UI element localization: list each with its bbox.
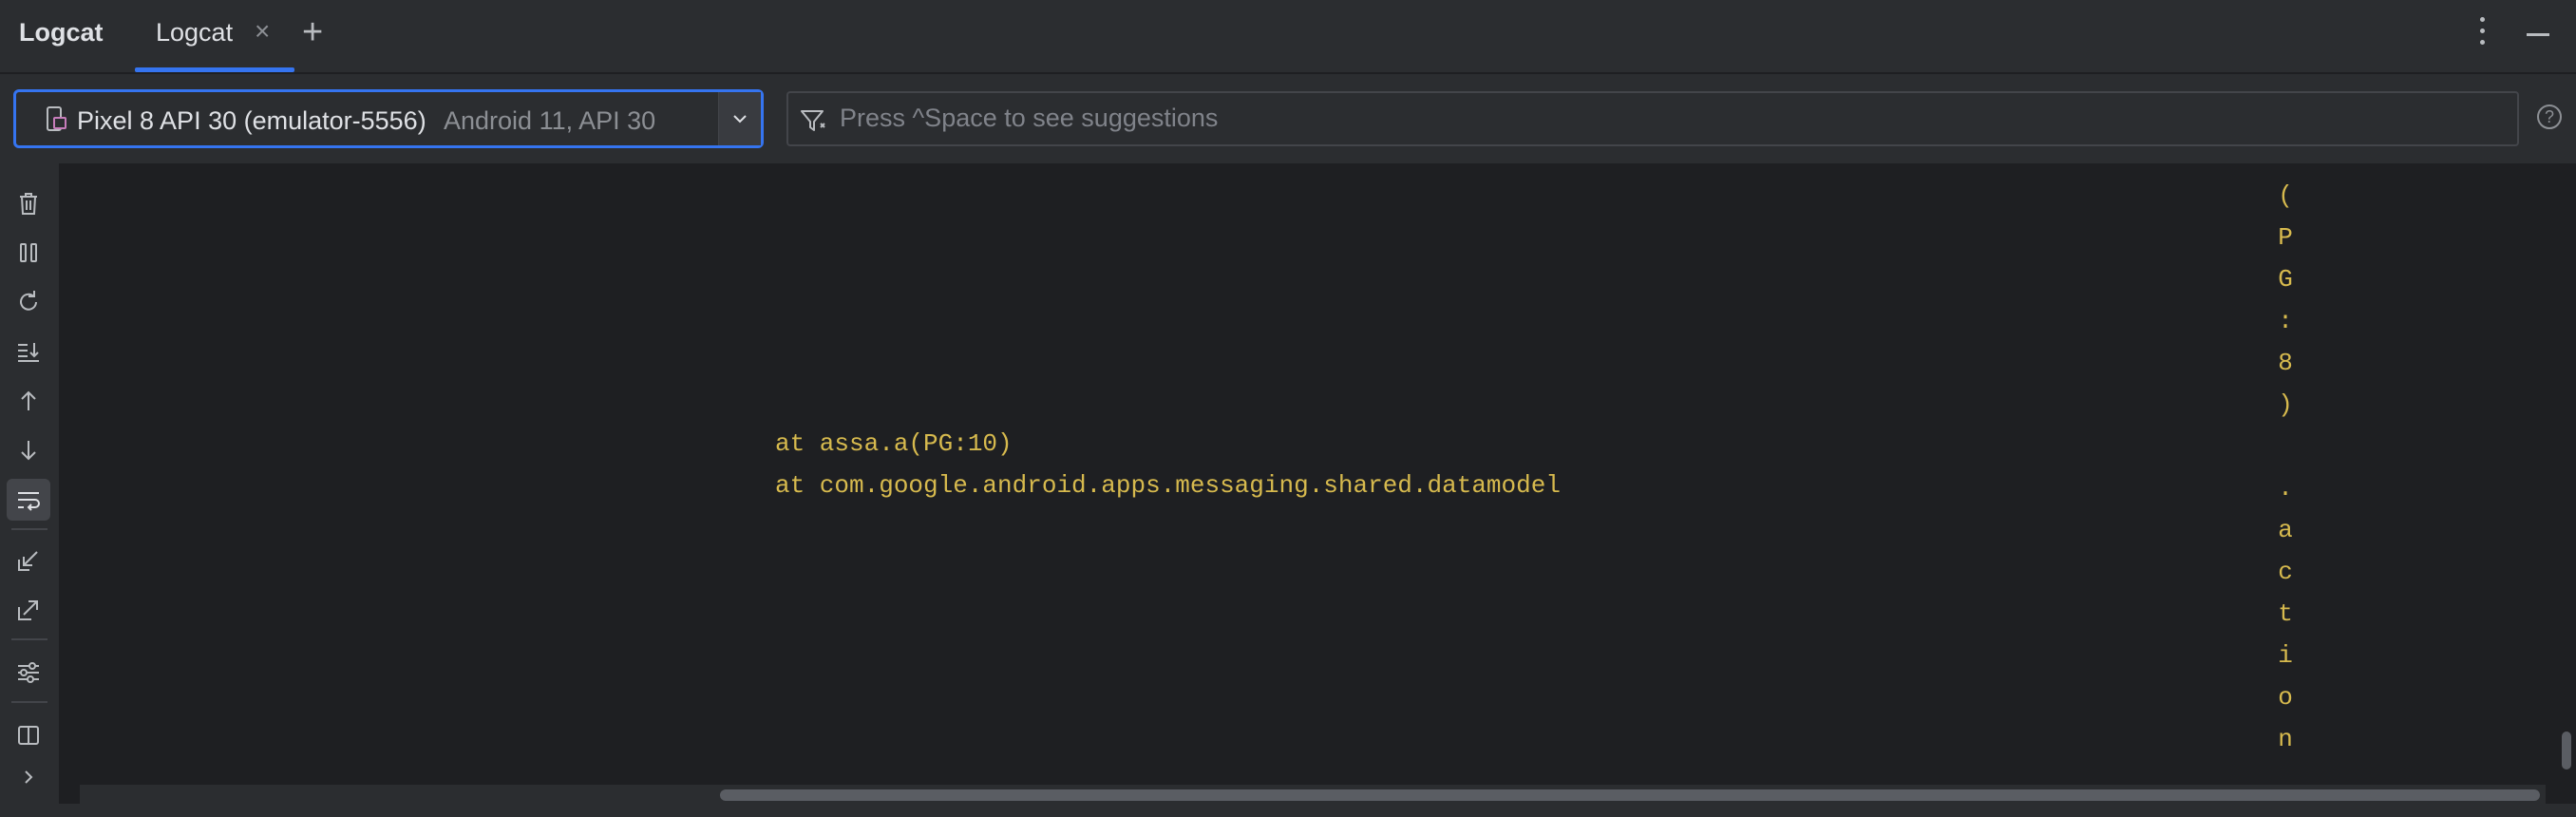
import-icon <box>18 551 38 571</box>
wrapped-char: a <box>2278 516 2293 544</box>
next-occurrence-button[interactable] <box>7 429 50 471</box>
filter-icon <box>801 110 825 131</box>
add-tab-button[interactable]: + <box>302 12 323 53</box>
minimize-icon[interactable] <box>2527 33 2549 36</box>
wrapped-char: P <box>2278 223 2293 252</box>
split-panel-icon <box>18 726 39 745</box>
logcat-output[interactable]: at assa.a(PG:10) at com.google.android.a… <box>59 163 2557 804</box>
toolbar-separator <box>11 528 47 530</box>
tool-window-title: Logcat <box>19 18 104 47</box>
close-icon[interactable]: × <box>255 16 270 47</box>
device-dropdown-button[interactable] <box>718 92 761 145</box>
wrapped-char: o <box>2278 683 2293 712</box>
logcat-side-toolbar <box>0 163 59 817</box>
bottom-edge <box>59 804 2576 817</box>
wrapped-char: ) <box>2278 390 2293 419</box>
device-api-level: Android 11, API 30 <box>444 106 656 135</box>
restart-button[interactable] <box>7 281 50 323</box>
format-settings-button[interactable] <box>7 652 50 694</box>
log-line: at com.google.android.apps.messaging.sha… <box>775 471 1561 500</box>
horizontal-scrollbar[interactable] <box>80 785 2546 804</box>
soft-wrap-icon <box>18 492 40 511</box>
vertical-scrollbar[interactable] <box>2557 163 2576 804</box>
wrapped-char: . <box>2278 474 2293 503</box>
previous-occurrence-button[interactable] <box>7 380 50 422</box>
wrapped-char: G <box>2278 265 2293 294</box>
logcat-toolbar: Pixel 8 API 30 (emulator-5556) Android 1… <box>0 74 2576 163</box>
device-name: Pixel 8 API 30 (emulator-5556) <box>77 106 426 135</box>
wrapped-char: : <box>2278 307 2293 335</box>
wrapped-char: c <box>2278 558 2293 586</box>
active-tab-indicator <box>135 67 294 72</box>
vertical-scroll-thumb[interactable] <box>2562 732 2571 770</box>
split-panels-button[interactable] <box>7 714 50 756</box>
chevron-right-icon <box>25 770 33 784</box>
wrapped-char: n <box>2278 725 2293 753</box>
toolbar-separator <box>11 638 47 640</box>
trash-icon <box>20 193 37 215</box>
filter-placeholder: Press ^Space to see suggestions <box>840 104 1219 132</box>
log-line: at assa.a(PG:10) <box>775 429 1013 458</box>
chevron-down-icon <box>733 115 747 124</box>
scroll-to-end-button[interactable] <box>7 331 50 372</box>
settings-sliders-icon <box>18 662 39 683</box>
pause-button[interactable] <box>7 232 50 274</box>
clear-logcat-button[interactable] <box>7 182 50 224</box>
toolbar-separator <box>11 701 47 703</box>
more-options-icon[interactable] <box>2477 17 2487 49</box>
arrow-up-icon <box>21 390 36 410</box>
filter-input[interactable]: Press ^Space to see suggestions <box>786 91 2519 146</box>
help-icon[interactable]: ? <box>2537 104 2562 129</box>
wrapped-char: t <box>2278 599 2293 628</box>
device-selector[interactable]: Pixel 8 API 30 (emulator-5556) Android 1… <box>13 89 764 148</box>
wrapped-char: ( <box>2278 181 2293 210</box>
export-icon <box>18 600 38 620</box>
wrapped-char: 8 <box>2278 349 2293 377</box>
tool-window-header: Logcat Logcat × + <box>0 0 2576 74</box>
scroll-to-end-icon <box>18 343 39 362</box>
device-icon <box>47 106 66 131</box>
more-tools-button[interactable] <box>7 756 50 798</box>
tab-logcat[interactable]: Logcat × <box>135 0 294 72</box>
wrapped-log-column: ( P G: 8). a c t i o n <box>2271 175 2300 760</box>
restart-icon <box>20 291 37 311</box>
export-button[interactable] <box>7 589 50 631</box>
arrow-down-icon <box>21 441 36 461</box>
wrapped-char <box>2271 426 2300 467</box>
tab-label: Logcat <box>156 18 234 47</box>
wrapped-char: i <box>2278 641 2293 670</box>
import-button[interactable] <box>7 540 50 581</box>
pause-icon <box>20 243 37 262</box>
horizontal-scroll-thumb[interactable] <box>720 789 2540 801</box>
soft-wrap-button[interactable] <box>7 479 50 521</box>
